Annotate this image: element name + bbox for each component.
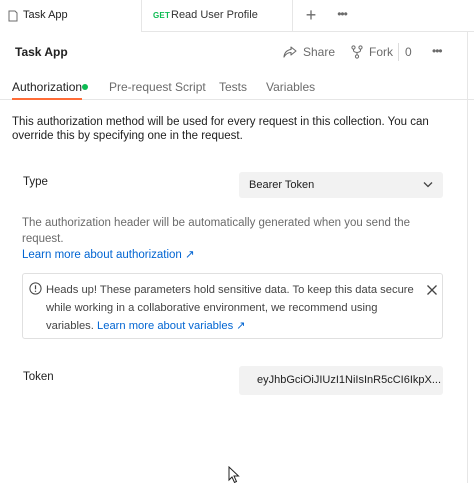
http-method-badge: GET: [153, 11, 171, 20]
collection-tabs: Authorization Pre-request Script Tests V…: [0, 74, 474, 100]
share-button[interactable]: Share: [283, 43, 335, 61]
chevron-down-icon: [423, 182, 433, 188]
share-icon: [283, 46, 297, 58]
sensitive-data-warning: Heads up! These parameters hold sensitiv…: [22, 273, 443, 339]
fork-divider: [398, 43, 399, 61]
header-more-button[interactable]: •••: [432, 44, 443, 58]
tab-read-user-profile[interactable]: GET Read User Profile: [143, 0, 293, 32]
page-title: Task App: [15, 45, 68, 59]
fork-count: 0: [405, 45, 412, 59]
share-label: Share: [303, 45, 336, 59]
tab-bar: Task App GET Read User Profile + •••: [0, 0, 474, 33]
tab-title: Task App: [23, 9, 68, 21]
learn-more-variables-link[interactable]: Learn more about variables ↗: [97, 320, 246, 332]
type-label: Type: [23, 176, 48, 188]
tab-tests[interactable]: Tests: [219, 80, 247, 100]
tab-authorization[interactable]: Authorization: [12, 80, 83, 100]
tab-variables[interactable]: Variables: [266, 80, 315, 100]
token-value: eyJhbGciOiJIUzI1NiIsInR5cCI6IkpX...: [257, 374, 442, 386]
token-input[interactable]: eyJhbGciOiJIUzI1NiIsInR5cCI6IkpX...: [239, 366, 443, 395]
tab-pre-request-script[interactable]: Pre-request Script: [109, 80, 206, 100]
auth-description: This authorization method will be used f…: [12, 116, 429, 142]
tab-task-app[interactable]: Task App: [0, 0, 142, 33]
fork-button[interactable]: Fork: [351, 43, 393, 61]
close-icon[interactable]: [426, 284, 438, 296]
auth-status-dot: [82, 84, 88, 90]
fork-label: Fork: [369, 45, 393, 59]
auth-type-value: Bearer Token: [249, 179, 315, 191]
auth-type-select[interactable]: Bearer Token: [239, 172, 443, 198]
learn-more-authorization-link[interactable]: Learn more about authorization ↗: [22, 249, 195, 261]
tab-more-button[interactable]: •••: [333, 7, 351, 23]
fork-icon: [351, 45, 363, 59]
new-tab-button[interactable]: +: [302, 6, 320, 24]
info-circle-icon: [29, 282, 42, 295]
auth-help-text: The authorization header will be automat…: [22, 215, 452, 263]
tab-title: Read User Profile: [171, 9, 258, 21]
warning-text: Heads up! These parameters hold sensitiv…: [46, 281, 418, 335]
mouse-cursor-icon: [228, 466, 240, 483]
auth-help-body: The authorization header will be automat…: [22, 217, 411, 245]
collection-icon: [8, 10, 18, 22]
token-label: Token: [23, 371, 54, 383]
